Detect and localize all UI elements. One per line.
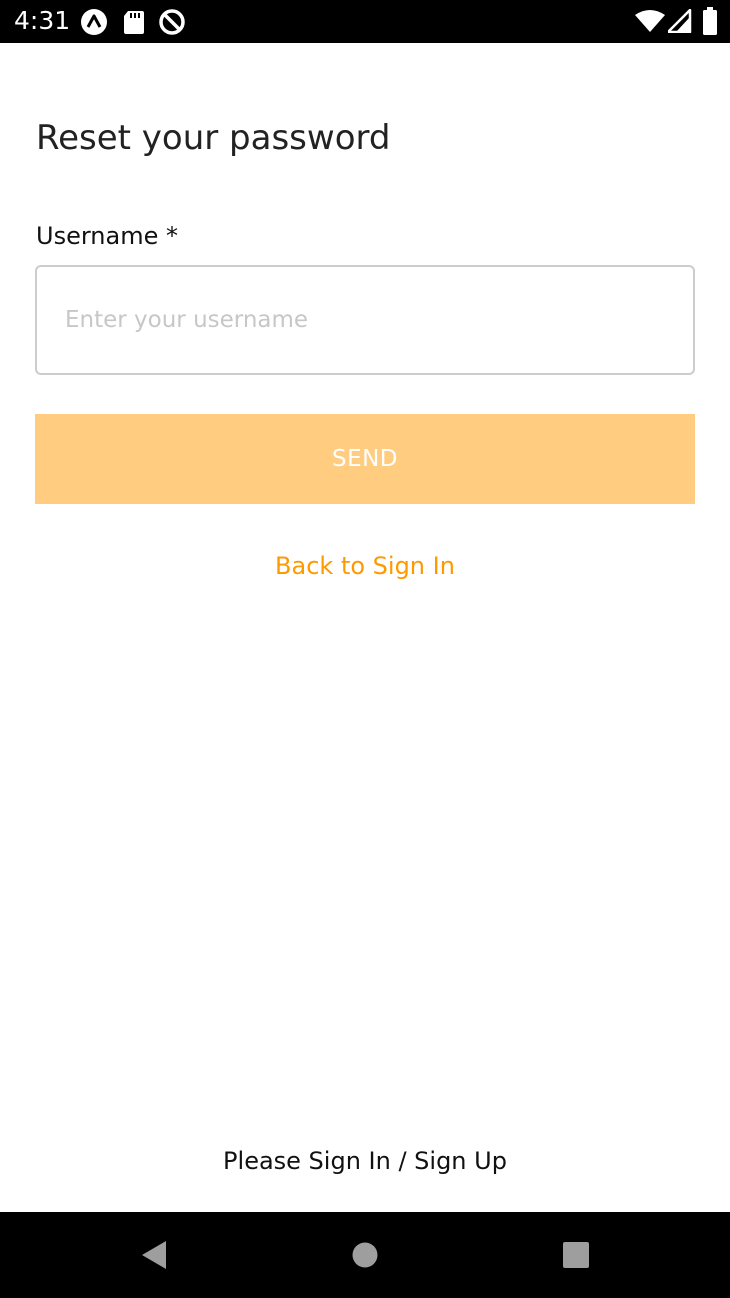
reset-password-screen: 4:31 Reset your password Username * Ente…: [0, 0, 730, 1298]
page-title: Reset your password: [36, 118, 391, 158]
send-button[interactable]: SEND: [35, 414, 695, 504]
navigation-bar: [0, 1212, 730, 1298]
do-not-disturb-icon: [158, 8, 186, 41]
sd-card-icon: [122, 8, 146, 41]
username-label: Username *: [36, 222, 178, 250]
send-button-label: SEND: [331, 446, 399, 472]
battery-icon: [702, 7, 718, 40]
recents-icon[interactable]: [548, 1212, 604, 1298]
home-icon[interactable]: [337, 1212, 393, 1298]
app-a-icon: [80, 8, 108, 41]
wifi-icon: [634, 9, 666, 38]
sign-in-sign-up-footer: Please Sign In / Sign Up: [223, 1147, 507, 1175]
status-time: 4:31: [14, 6, 71, 35]
back-icon[interactable]: [126, 1212, 182, 1298]
status-bar: 4:31: [0, 0, 730, 43]
cell-signal-icon: [666, 8, 692, 38]
username-input[interactable]: [35, 265, 695, 375]
back-to-sign-in-link[interactable]: Back to Sign In: [0, 550, 730, 582]
